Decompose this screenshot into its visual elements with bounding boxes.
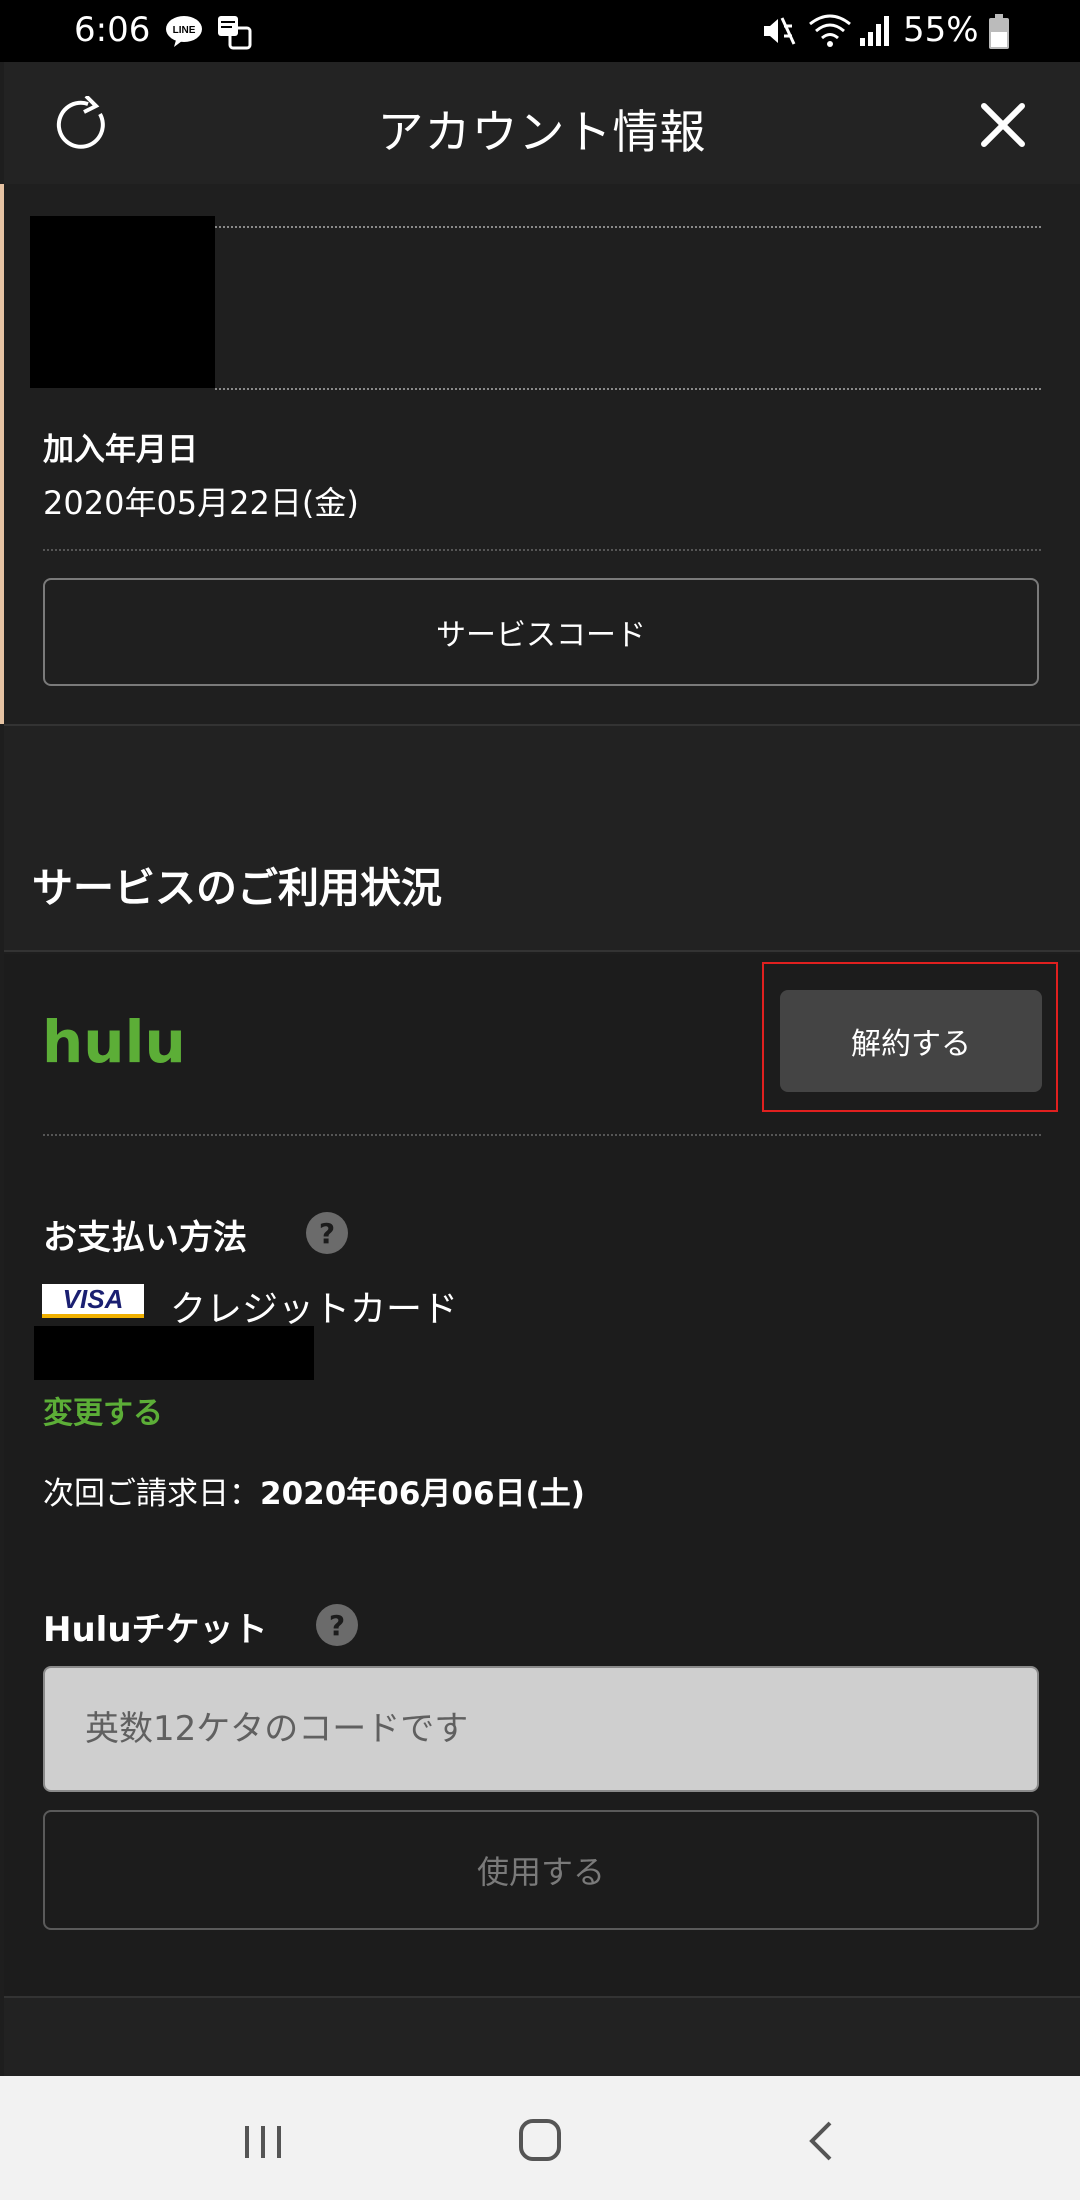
- payment-method-label: お支払い方法: [43, 1218, 247, 1258]
- cancel-subscription-button[interactable]: 解約する: [780, 990, 1042, 1092]
- ticket-code-input[interactable]: [43, 1666, 1039, 1792]
- divider: [215, 388, 1041, 390]
- close-icon[interactable]: [980, 102, 1026, 148]
- gallery-icon: [216, 14, 254, 59]
- ticket-label: Huluチケット: [43, 1610, 268, 1650]
- recents-icon[interactable]: [242, 2124, 284, 2160]
- section-header-area: [4, 726, 1080, 950]
- use-ticket-button[interactable]: 使用する: [43, 1810, 1039, 1930]
- divider: [43, 549, 1041, 551]
- status-time: 6:06: [74, 10, 151, 50]
- join-date-value: 2020年05月22日(金): [43, 484, 359, 522]
- service-code-button[interactable]: サービスコード: [43, 578, 1039, 686]
- visa-logo: VISA: [42, 1284, 144, 1318]
- redacted-card-number: [34, 1326, 314, 1380]
- back-icon[interactable]: [806, 2120, 836, 2162]
- redacted-area: [30, 216, 215, 388]
- battery-icon: [988, 14, 1010, 59]
- payment-method-value: クレジットカード: [170, 1289, 459, 1330]
- svg-text:LINE: LINE: [173, 25, 196, 36]
- help-icon[interactable]: ?: [316, 1604, 358, 1646]
- screen: 6:06 LINE 55% アカウント情報 加入年月日 2020年05月22日(…: [0, 0, 1080, 2200]
- signal-icon: [858, 14, 892, 57]
- join-date-label: 加入年月日: [43, 432, 198, 468]
- help-icon[interactable]: ?: [306, 1212, 348, 1254]
- battery-percent: 55%: [903, 10, 979, 50]
- page-title: アカウント情報: [377, 105, 707, 159]
- divider: [4, 950, 1080, 952]
- wifi-icon: [808, 14, 852, 57]
- divider: [43, 1134, 1041, 1136]
- service-usage-title: サービスのご利用状況: [32, 864, 442, 912]
- header: アカウント情報: [4, 62, 1080, 184]
- system-nav-bar: [0, 2076, 1080, 2200]
- next-billing-date: 2020年06月06日(土): [260, 1476, 585, 1512]
- svg-text:hulu: hulu: [42, 1012, 182, 1070]
- bottom-area: [4, 1998, 1080, 2076]
- mute-vibrate-icon: [760, 14, 796, 57]
- next-billing-row: 次回ご請求日：2020年06月06日(土): [43, 1468, 585, 1513]
- home-icon[interactable]: [518, 2118, 562, 2162]
- change-payment-link[interactable]: 変更する: [43, 1388, 163, 1432]
- divider: [215, 226, 1041, 228]
- status-bar: 6:06 LINE 55%: [0, 0, 1080, 62]
- line-app-icon: LINE: [164, 14, 204, 57]
- next-billing-label: 次回ご請求日：: [43, 1476, 260, 1512]
- hulu-logo: hulu: [42, 1012, 182, 1070]
